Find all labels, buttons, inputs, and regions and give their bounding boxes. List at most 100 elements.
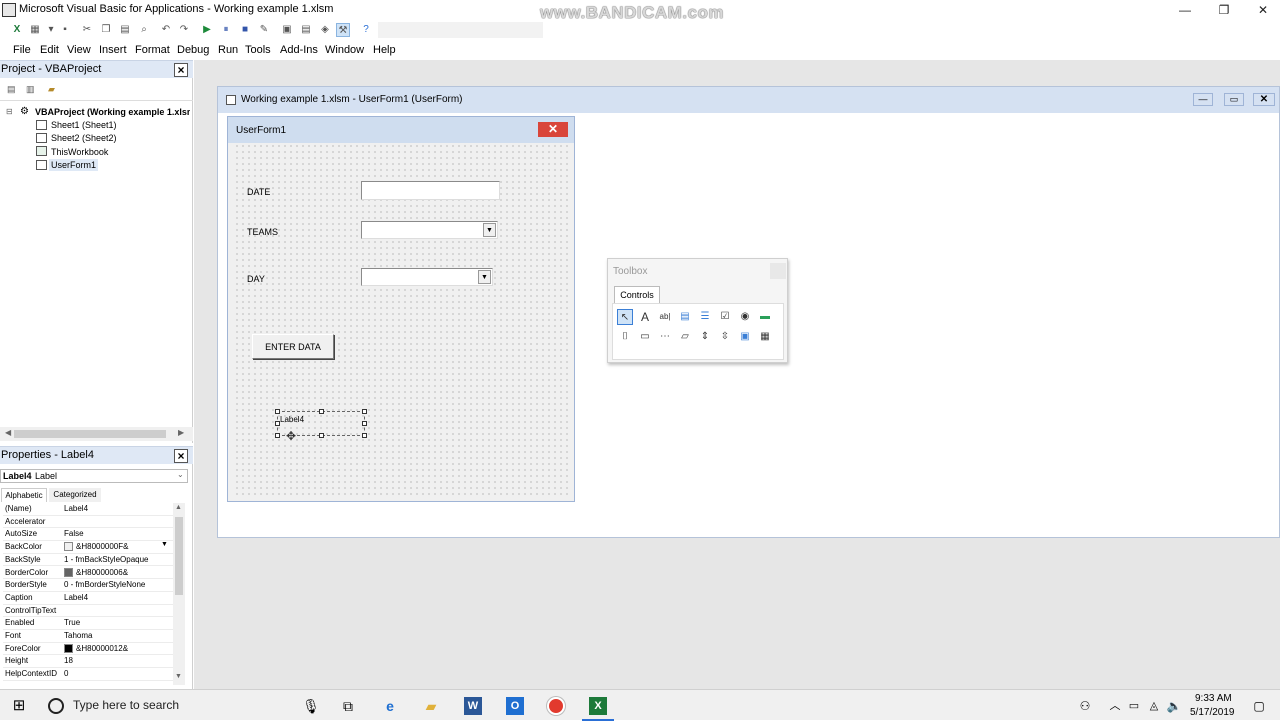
cut-icon[interactable]: ✂ — [80, 23, 94, 37]
property-row[interactable]: BorderStyle 0 - fmBorderStyleNone — [3, 579, 173, 592]
bandicam-record-icon[interactable] — [547, 697, 565, 715]
menu-run[interactable]: Run — [218, 44, 238, 56]
tree-root[interactable]: VBAProject (Working example 1.xlsm) — [35, 107, 190, 117]
minimize-button[interactable]: — — [1165, 0, 1205, 20]
property-row[interactable]: Enabled True — [3, 617, 173, 630]
designer-close-button[interactable]: ✕ — [1253, 93, 1275, 106]
property-value[interactable]: &H80000006& — [64, 568, 128, 577]
copy-icon[interactable]: ❐ — [99, 23, 113, 37]
enter-data-button[interactable]: ENTER DATA — [252, 334, 334, 359]
frame-tool-icon[interactable]: ⌷ — [617, 329, 633, 345]
property-row[interactable]: (Name) Label4 — [3, 503, 173, 516]
file-explorer-icon[interactable]: ▰ — [422, 697, 440, 715]
tab-controls[interactable]: Controls — [614, 286, 660, 303]
object-browser-icon[interactable]: ◈ — [318, 23, 332, 37]
menu-format[interactable]: Format — [135, 44, 170, 56]
day-combobox[interactable]: ▼ — [361, 268, 493, 286]
property-row[interactable]: ControlTipText — [3, 605, 173, 618]
view-object-icon[interactable]: ▥ — [26, 84, 35, 95]
property-value[interactable]: Tahoma — [64, 631, 92, 640]
property-value[interactable]: 1 - fmBackStyleOpaque — [64, 555, 148, 564]
menu-tools[interactable]: Tools — [245, 44, 271, 56]
close-button[interactable]: ✕ — [1243, 0, 1280, 20]
edge-icon[interactable]: e — [381, 697, 399, 715]
property-row[interactable]: AutoSize False — [3, 528, 173, 542]
property-value[interactable]: &H8000000F& — [64, 542, 128, 552]
property-value[interactable]: Label4 — [64, 504, 88, 513]
chevron-down-icon[interactable]: ▼ — [478, 270, 491, 284]
volume-icon[interactable]: 🔈 — [1165, 697, 1183, 715]
label-tool-icon[interactable]: A — [637, 309, 653, 325]
tree-item-userform1[interactable]: UserForm1 — [49, 159, 99, 171]
multipage-tool-icon[interactable]: ▱ — [677, 329, 693, 345]
resize-handle[interactable] — [362, 433, 367, 438]
reset-icon[interactable]: ■ — [238, 23, 252, 37]
menu-edit[interactable]: Edit — [40, 44, 59, 56]
properties-scrollbar[interactable]: ▲ ▼ — [173, 503, 185, 685]
horizontal-scrollbar[interactable]: ◀ ▶ — [0, 427, 193, 441]
chevron-down-icon[interactable]: ▼ — [161, 541, 168, 548]
property-row[interactable]: ForeColor &H80000012& — [3, 643, 173, 656]
checkbox-tool-icon[interactable]: ☑ — [717, 309, 733, 325]
redo-icon[interactable]: ↷ — [177, 23, 191, 37]
clock-time[interactable]: 9:33 AM — [1195, 693, 1232, 704]
menu-insert[interactable]: Insert — [99, 44, 127, 56]
windows-start-icon[interactable]: ⊞ — [10, 697, 28, 715]
teams-combobox[interactable]: ▼ — [361, 221, 498, 239]
restore-button[interactable]: ❐ — [1204, 0, 1244, 20]
menu-addins[interactable]: Add-Ins — [280, 44, 318, 56]
userform-close-button[interactable]: ✕ — [538, 122, 568, 137]
day-label[interactable]: DAY — [247, 274, 265, 284]
property-value[interactable]: 18 — [64, 656, 73, 665]
menu-debug[interactable]: Debug — [177, 44, 209, 56]
clock-date[interactable]: 5/17/2019 — [1190, 707, 1235, 718]
battery-icon[interactable]: ▭ — [1125, 697, 1143, 715]
tab-categorized[interactable]: Categorized — [49, 488, 101, 502]
property-value[interactable]: 0 — [64, 669, 68, 678]
resize-handle[interactable] — [275, 421, 280, 426]
cortana-icon[interactable] — [48, 698, 64, 714]
search-input[interactable]: Type here to search — [73, 698, 179, 712]
project-close-icon[interactable]: × — [174, 63, 188, 77]
resize-handle[interactable] — [362, 421, 367, 426]
tabstrip-tool-icon[interactable]: ⋯ — [657, 329, 673, 345]
property-row[interactable]: BackColor &H8000000F& ▼ — [3, 541, 173, 554]
notifications-icon[interactable]: ▢ — [1250, 697, 1268, 715]
property-row[interactable]: Caption Label4 — [3, 592, 173, 605]
refedit-tool-icon[interactable]: ▦ — [757, 329, 773, 345]
resize-handle[interactable] — [362, 409, 367, 414]
property-row[interactable]: BackStyle 1 - fmBackStyleOpaque — [3, 554, 173, 567]
scroll-up-icon[interactable]: ▲ — [175, 504, 182, 511]
toolbox-icon[interactable]: ⚒ — [336, 23, 350, 37]
textbox-tool-icon[interactable]: ab| — [657, 309, 673, 325]
menu-file[interactable]: File — [13, 44, 31, 56]
tree-item-thisworkbook[interactable]: ThisWorkbook — [51, 147, 108, 157]
tree-item-sheet1[interactable]: Sheet1 (Sheet1) — [51, 120, 117, 130]
scroll-thumb[interactable] — [175, 517, 183, 595]
property-row[interactable]: HelpContextID 0 — [3, 668, 173, 681]
select-objects-icon[interactable]: ↖ — [617, 309, 633, 325]
resize-handle[interactable] — [319, 409, 324, 414]
menu-view[interactable]: View — [67, 44, 91, 56]
scroll-down-icon[interactable]: ▼ — [175, 673, 182, 680]
save-icon[interactable]: ▪ — [58, 23, 72, 37]
resize-handle[interactable] — [275, 409, 280, 414]
insert-userform-icon[interactable]: ▦ — [28, 23, 42, 37]
collapse-icon[interactable]: ⊟ — [6, 107, 13, 116]
toolbox-close-button[interactable] — [770, 263, 786, 279]
microphone-icon[interactable]: 🎙 — [302, 697, 320, 715]
tree-item-sheet2[interactable]: Sheet2 (Sheet2) — [51, 133, 117, 143]
network-icon[interactable]: ◬ — [1145, 697, 1163, 715]
property-row[interactable]: Accelerator — [3, 516, 173, 529]
commandbutton-tool-icon[interactable]: ▭ — [637, 329, 653, 345]
date-label[interactable]: DATE — [247, 187, 270, 197]
find-icon[interactable]: ⌕ — [137, 23, 151, 37]
resize-handle[interactable] — [319, 433, 324, 438]
scroll-right-icon[interactable]: ▶ — [178, 428, 184, 437]
chevron-up-icon[interactable]: ︿ — [1106, 697, 1124, 715]
combobox-tool-icon[interactable]: ▤ — [677, 309, 693, 325]
teams-label[interactable]: TEAMS — [247, 227, 278, 237]
image-tool-icon[interactable]: ▣ — [737, 329, 753, 345]
togglebutton-tool-icon[interactable]: ▬ — [757, 309, 773, 325]
resize-handle[interactable] — [275, 433, 280, 438]
